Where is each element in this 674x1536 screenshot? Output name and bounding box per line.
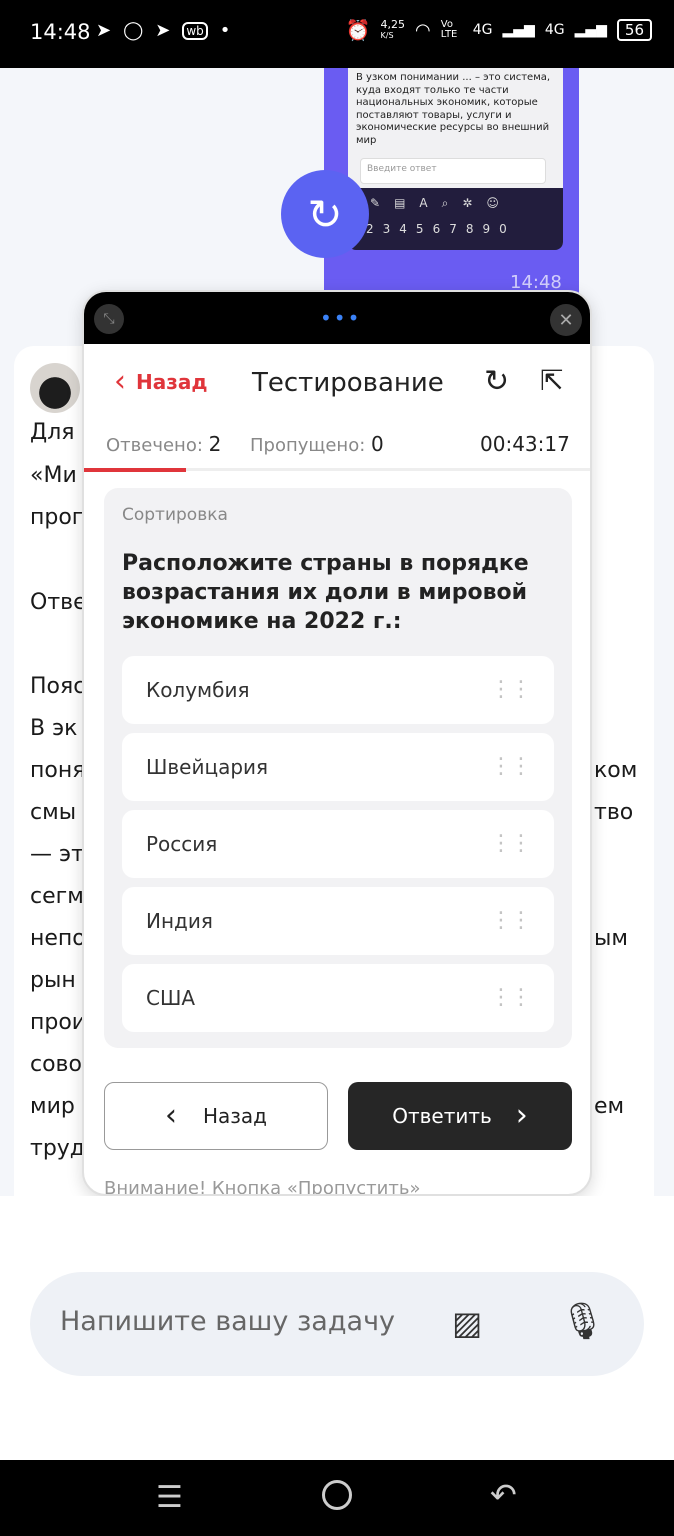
answer-text: Пояс [30, 674, 86, 699]
nav-bar: ☰ ↶ [0, 1460, 674, 1536]
answer-text: поня [30, 758, 86, 783]
sortable-item[interactable]: Индия ⋮⋮ [122, 887, 554, 955]
status-time: 14:48 [30, 20, 91, 44]
answer-text: В эк [30, 716, 78, 741]
answer-text: рын [30, 968, 76, 993]
drag-handle-icon[interactable]: ⋮⋮ [490, 756, 532, 778]
answer-text: ым [594, 926, 628, 951]
header-back-label: Назад [136, 370, 208, 394]
drag-handle-icon[interactable]: ⋮⋮ [490, 987, 532, 1009]
testing-popup[interactable]: ⤡ ••• ✕ ‹ Назад Тестирование ↻ ⇱ Отвечен… [82, 290, 592, 1196]
image-input-placeholder: Введите ответ [360, 158, 546, 184]
sortable-item[interactable]: США ⋮⋮ [122, 964, 554, 1032]
question-text: Расположите страны в порядке возрастания… [122, 551, 529, 634]
reload-icon[interactable]: ↻ [484, 364, 509, 399]
page-title: Тестирование [252, 368, 444, 398]
drag-handle-icon[interactable]: ⋮⋮ [490, 833, 532, 855]
emoji-icon: ☺ [486, 196, 499, 210]
home-icon[interactable] [322, 1480, 352, 1510]
chevron-left-icon: ‹ [114, 364, 126, 399]
sortable-item[interactable]: Швейцария ⋮⋮ [122, 733, 554, 801]
wifi-icon: ◠ [415, 19, 431, 41]
net-speed: 4,25 K/S [380, 18, 406, 40]
drag-handle-icon[interactable]: ⋮⋮ [490, 679, 532, 701]
recent-apps-icon[interactable]: ☰ [156, 1480, 183, 1515]
answer-text: Отве [30, 590, 87, 615]
image-keyboard-toolbar: ✎ ▤ A ⌕ ✲ ☺ [370, 196, 499, 211]
refresh-button[interactable]: ↻ [281, 170, 369, 258]
answer-text: прои [30, 1010, 87, 1035]
dot-icon: • [219, 20, 231, 41]
chat-icon: ◯ [123, 20, 144, 41]
sortable-item[interactable]: Колумбия ⋮⋮ [122, 656, 554, 724]
signal-4g-2: 4G [544, 22, 565, 38]
signal-bars-icon: ▂▄▆ [502, 22, 535, 38]
wand-icon: ✎ [370, 196, 381, 210]
search-icon: ⌕ [441, 196, 449, 210]
back-nav-icon[interactable]: ↶ [490, 1476, 517, 1514]
back-button[interactable]: ‹ Назад [104, 1082, 328, 1150]
sortable-item[interactable]: Россия ⋮⋮ [122, 810, 554, 878]
answer-text: сово [30, 1052, 82, 1077]
answer-text: тво [594, 800, 634, 825]
answer-text: прог [30, 505, 84, 530]
answer-text: ем [594, 1094, 625, 1119]
alarm-icon: ⏰ [345, 18, 371, 42]
image-question-text: В узком понимании ... – это система, куд… [356, 72, 551, 146]
chevron-right-icon: › [515, 1098, 528, 1133]
drag-handle-icon[interactable]: ⋮⋮ [490, 910, 532, 932]
answer-text: Для [30, 420, 75, 445]
answered-stat: Отвечено: 2 [106, 432, 222, 456]
task-input-placeholder: Напишите вашу задачу [60, 1306, 395, 1337]
add-image-icon[interactable]: ▨ [452, 1304, 482, 1342]
avatar [30, 363, 80, 413]
progress-fill [84, 468, 186, 472]
telegram-icon: ➤ [96, 20, 112, 41]
answer-text: труд [30, 1136, 86, 1161]
signal-bars-icon: ▂▄▆ [574, 22, 607, 38]
timer: 00:43:17 [480, 432, 570, 456]
close-icon[interactable]: ✕ [550, 304, 582, 336]
answer-button[interactable]: Ответить › [348, 1082, 572, 1150]
answer-text: ком [594, 758, 638, 783]
answer-text: «Ми [30, 463, 77, 488]
answer-text: мир [30, 1094, 75, 1119]
telegram-icon: ➤ [155, 20, 171, 41]
translate-icon: A [419, 196, 428, 210]
clipboard-icon: ▤ [394, 196, 406, 210]
signal-4g-1: 4G [472, 22, 493, 38]
volte-label: Vo LTE [440, 19, 458, 40]
skip-warning: Внимание! Кнопка «Пропустить» [104, 1178, 421, 1196]
resize-icon[interactable]: ⤡ [94, 304, 124, 334]
answer-text: сегм [30, 884, 84, 909]
chevron-left-icon: ‹ [164, 1098, 177, 1133]
status-bar: 14:48 ➤ ◯ ➤ wb • ⏰ 4,25 K/S ◠ Vo LTE 4G … [0, 0, 674, 68]
mic-icon[interactable]: 🎙 [560, 1300, 606, 1342]
battery-indicator: 56 [616, 19, 652, 41]
open-external-icon[interactable]: ⇱ [540, 364, 563, 397]
question-type: Сортировка [122, 505, 228, 525]
answer-text: — эт [30, 842, 84, 867]
settings-icon: ✲ [462, 196, 473, 210]
header-back-button[interactable]: ‹ Назад [114, 364, 208, 399]
answer-text: непо [30, 926, 86, 951]
notification-icons: ➤ ◯ ➤ wb • [96, 20, 230, 41]
more-dots-icon[interactable]: ••• [320, 306, 361, 330]
input-zone: Напишите вашу задачу ▨ 🎙 [0, 1196, 674, 1460]
refresh-icon: ↻ [307, 189, 343, 239]
wb-icon: wb [182, 21, 208, 40]
answer-text: смы [30, 800, 77, 825]
skipped-stat: Пропущено: 0 [250, 432, 384, 456]
image-keyboard-numbers: 2 3 4 5 6 7 8 9 0 [366, 222, 507, 236]
system-icons: ⏰ 4,25 K/S ◠ Vo LTE 4G ▂▄▆ 4G ▂▄▆ 56 [346, 18, 652, 42]
